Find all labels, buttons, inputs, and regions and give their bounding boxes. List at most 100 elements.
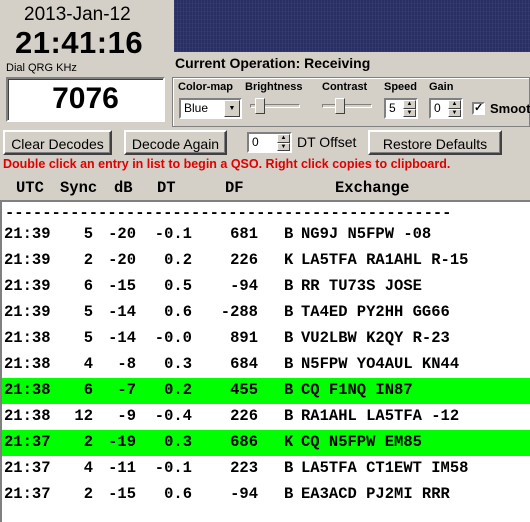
spin-up-icon[interactable]: ▲ <box>448 100 461 109</box>
cell-mode: B <box>284 303 294 321</box>
spin-down-icon[interactable]: ▼ <box>277 142 290 151</box>
cell-exchange: TA4ED PY2HH GG66 <box>301 303 450 321</box>
chevron-down-icon[interactable]: ▼ <box>224 100 240 117</box>
restore-defaults-label: Restore Defaults <box>382 136 488 152</box>
dt-offset-spinner[interactable]: 0 ▲ ▼ <box>247 132 292 153</box>
cell-mode: B <box>284 329 294 347</box>
decode-list-header: UTC Sync dB DT DF Exchange <box>0 175 530 199</box>
cell-df: 891 <box>230 329 258 347</box>
cell-db: -20 <box>108 251 136 269</box>
cell-utc: 21:37 <box>4 485 51 503</box>
cell-db: -8 <box>117 355 136 373</box>
colormap-label: Color-map <box>178 81 233 93</box>
table-row[interactable]: 21:38 4 -8 0.3 684 B N5FPW YO4AUL KN44 <box>2 352 530 378</box>
utc-date: 2013-Jan-12 <box>24 4 131 25</box>
cell-db: -11 <box>108 459 136 477</box>
spin-up-icon[interactable]: ▲ <box>403 100 416 109</box>
table-row[interactable]: 21:39 5 -14 0.6 -288 B TA4ED PY2HH GG66 <box>2 300 530 326</box>
cell-mode: B <box>284 485 294 503</box>
cell-dt: 0.2 <box>164 251 192 269</box>
cell-utc: 21:39 <box>4 303 51 321</box>
table-row[interactable]: 21:37 2 -19 0.3 686 K CQ N5FPW EM85 <box>2 430 530 456</box>
smooth-checkbox[interactable]: ✓ <box>472 102 485 115</box>
spin-down-icon[interactable]: ▼ <box>448 108 461 117</box>
speed-spinner[interactable]: 5 ▲ ▼ <box>384 98 418 119</box>
table-row[interactable]: 21:37 4 -11 -0.1 223 B LA5TFA CT1EWT IM58 <box>2 456 530 482</box>
cell-df: -94 <box>230 277 258 295</box>
table-row[interactable]: 21:38 5 -14 -0.0 891 B VU2LBW K2QY R-23 <box>2 326 530 352</box>
cell-sync: 6 <box>83 277 93 295</box>
cell-db: -9 <box>117 407 136 425</box>
cell-exchange: EA3ACD PJ2MI RRR <box>301 485 450 503</box>
cell-df: 226 <box>230 251 258 269</box>
cell-exchange: VU2LBW K2QY R-23 <box>301 329 450 347</box>
cell-sync: 4 <box>83 355 93 373</box>
cell-sync: 4 <box>83 459 93 477</box>
column-exchange: Exchange <box>335 179 410 197</box>
table-row[interactable]: 21:37 2 -15 0.6 -94 B EA3ACD PJ2MI RRR <box>2 482 530 508</box>
spin-down-icon[interactable]: ▼ <box>403 108 416 117</box>
contrast-slider-thumb[interactable] <box>335 98 345 114</box>
cell-df: 684 <box>230 355 258 373</box>
cell-utc: 21:39 <box>4 225 51 243</box>
restore-defaults-button[interactable]: Restore Defaults <box>368 130 502 155</box>
table-row[interactable]: 21:39 5 -20 -0.1 681 B NG9J N5FPW -08 <box>2 222 530 248</box>
colormap-select[interactable]: Blue ▼ <box>179 98 242 119</box>
clear-decodes-button[interactable]: Clear Decodes <box>3 130 112 155</box>
cell-utc: 21:39 <box>4 251 51 269</box>
cell-utc: 21:38 <box>4 381 51 399</box>
cell-db: -7 <box>117 381 136 399</box>
cell-mode: B <box>284 277 294 295</box>
cell-mode: B <box>284 225 294 243</box>
contrast-slider[interactable] <box>322 96 372 116</box>
cell-df: 455 <box>230 381 258 399</box>
decode-again-button[interactable]: Decode Again <box>124 130 227 155</box>
cell-dt: 0.3 <box>164 355 192 373</box>
cell-dt: -0.0 <box>154 329 192 347</box>
cell-exchange: LA5TFA RA1AHL R-15 <box>301 251 469 269</box>
spin-up-icon[interactable]: ▲ <box>277 134 290 143</box>
gain-value: 0 <box>434 101 441 115</box>
cell-sync: 5 <box>83 225 93 243</box>
cell-df: 226 <box>230 407 258 425</box>
table-row[interactable]: 21:39 2 -20 0.2 226 K LA5TFA RA1AHL R-15 <box>2 248 530 274</box>
cell-df: -288 <box>220 303 258 321</box>
dial-frequency-field[interactable]: 7076 <box>6 77 165 122</box>
list-separator: ----------------------------------------… <box>5 204 452 222</box>
cell-db: -14 <box>108 303 136 321</box>
cell-utc: 21:38 <box>4 407 51 425</box>
column-df: DF <box>225 179 244 197</box>
table-row[interactable]: 21:38 12 -9 -0.4 226 B RA1AHL LA5TFA -12 <box>2 404 530 430</box>
brightness-slider-thumb[interactable] <box>255 98 265 114</box>
dt-offset-value: 0 <box>252 135 259 149</box>
table-row[interactable]: 21:38 6 -7 0.2 455 B CQ F1NQ IN87 <box>2 378 530 404</box>
cell-sync: 2 <box>83 251 93 269</box>
table-row[interactable]: 21:39 6 -15 0.5 -94 B RR TU73S JOSE <box>2 274 530 300</box>
brightness-slider[interactable] <box>250 96 300 116</box>
cell-sync: 2 <box>83 485 93 503</box>
brightness-label: Brightness <box>245 81 303 93</box>
waterfall-display[interactable] <box>174 0 530 52</box>
cell-db: -19 <box>108 433 136 451</box>
cell-mode: B <box>284 459 294 477</box>
clear-decodes-label: Clear Decodes <box>11 136 104 152</box>
cell-exchange: RR TU73S JOSE <box>301 277 422 295</box>
gain-spinner[interactable]: 0 ▲ ▼ <box>429 98 463 119</box>
instruction-hint: Double click an entry in list to begin a… <box>3 157 451 171</box>
cell-db: -15 <box>108 485 136 503</box>
decode-list[interactable]: ----------------------------------------… <box>0 200 530 522</box>
cell-df: -94 <box>230 485 258 503</box>
column-dt: DT <box>157 179 176 197</box>
contrast-label: Contrast <box>322 81 368 93</box>
speed-value: 5 <box>389 101 396 115</box>
cell-dt: 0.6 <box>164 485 192 503</box>
cell-utc: 21:38 <box>4 329 51 347</box>
cell-df: 681 <box>230 225 258 243</box>
cell-dt: -0.4 <box>154 407 192 425</box>
cell-db: -15 <box>108 277 136 295</box>
speed-label: Speed <box>384 81 418 93</box>
smooth-label: Smoot <box>490 101 530 116</box>
current-operation-status: Current Operation: Receiving <box>175 55 371 71</box>
cell-dt: 0.6 <box>164 303 192 321</box>
cell-df: 686 <box>230 433 258 451</box>
